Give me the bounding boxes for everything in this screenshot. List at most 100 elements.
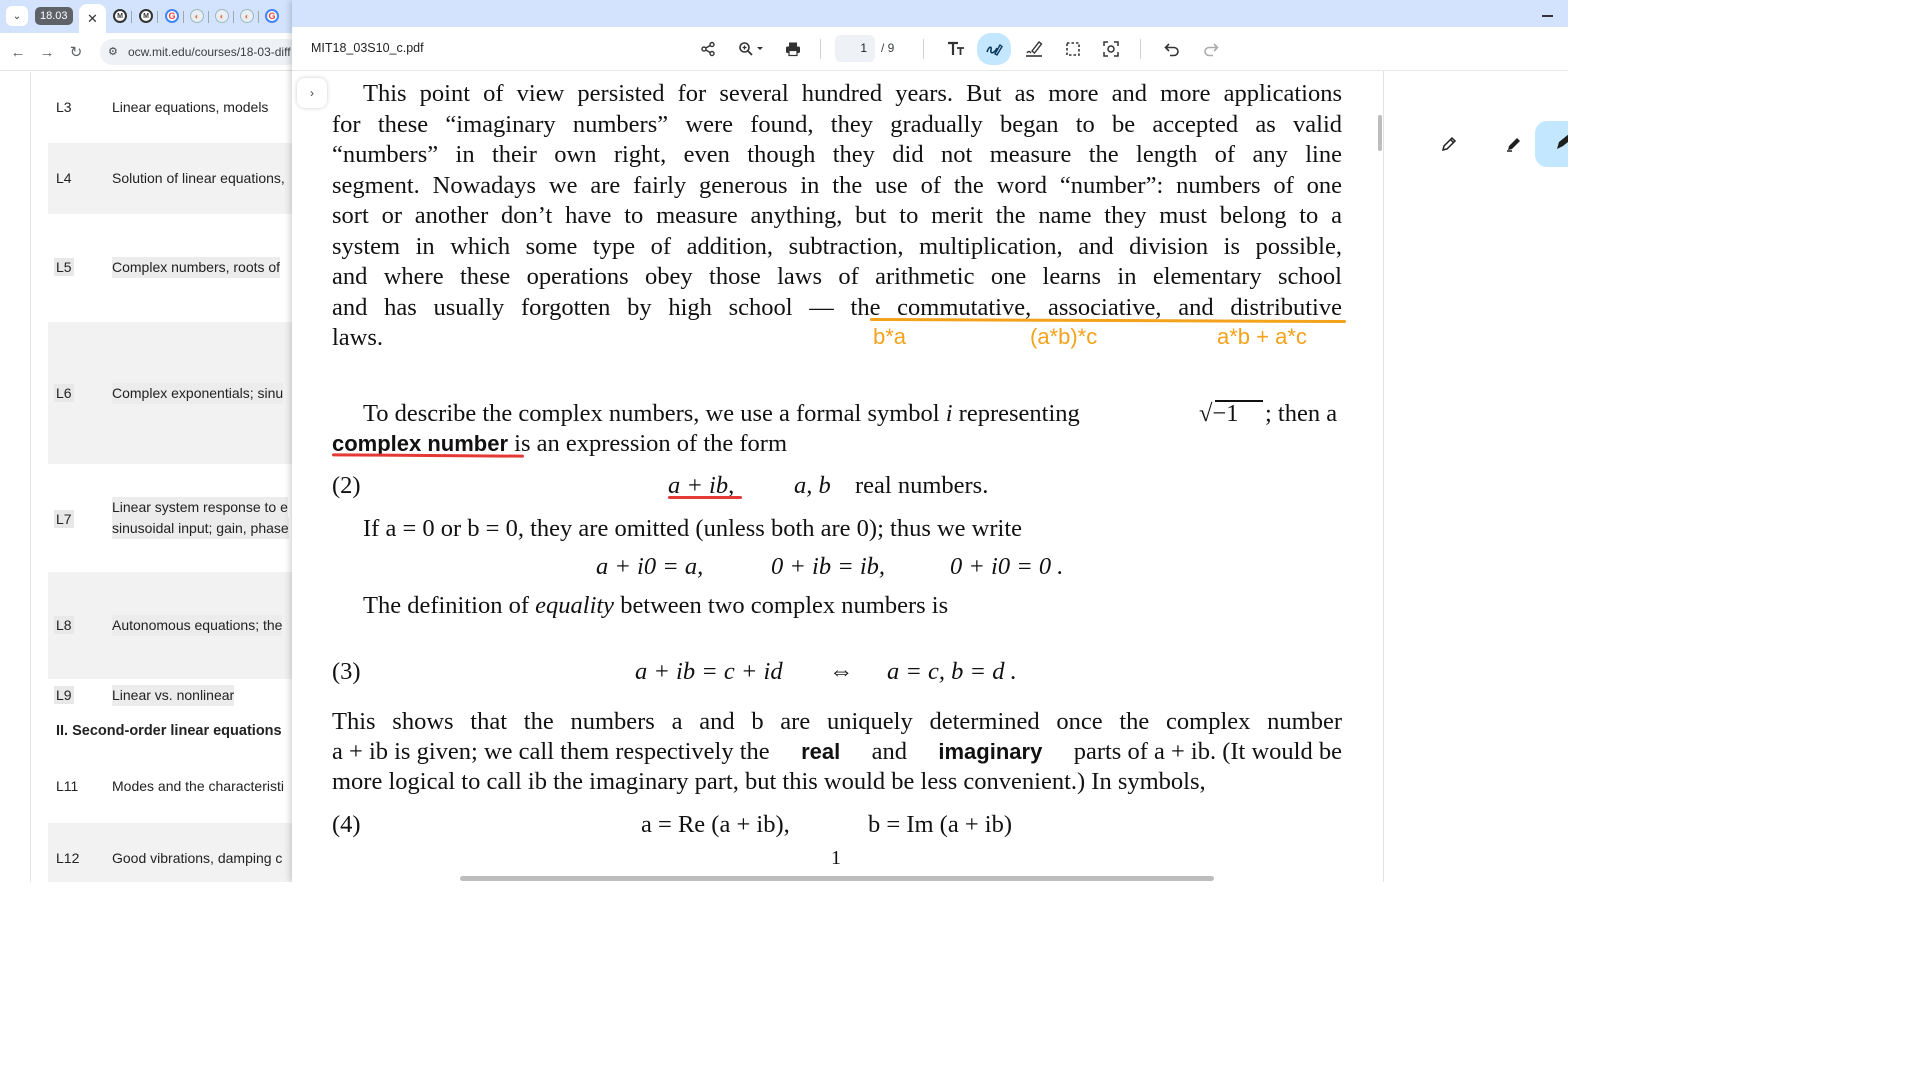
list-item[interactable]: L11 Modes and the characteristi [48,752,292,822]
equation-label: (2) [332,472,361,499]
pen-icon[interactable] [1436,131,1462,157]
lecture-id: L12 [56,850,80,866]
lecture-title[interactable]: Solution of linear equations, [112,168,285,189]
highlighter-icon[interactable] [1501,131,1527,157]
tab-ocw-1[interactable]: ◐ [190,9,204,23]
tab-ocw-3[interactable]: ◐ [240,9,254,23]
lecture-title[interactable]: Good vibrations, damping c [112,848,282,869]
defined-term: complex number [332,431,509,456]
equation-expression: b = Im (a + ib) [868,811,1012,838]
paragraph-line: If a = 0 or b = 0, they are omitted (unl… [363,515,1023,542]
viewer-title-bar [292,0,1568,27]
paragraph-line: This shows that the numbers a and b are … [332,708,1342,735]
equation-expression: 0 + ib = ib, [771,553,886,580]
lecture-title[interactable]: Complex exponentials; sinu [112,383,284,404]
emphasis: equality [535,592,615,619]
highlight-icon[interactable] [1021,37,1047,61]
course-list: L3 Linear equations, models L4 Solution … [0,72,292,882]
section-heading: II. Second-order linear equations [56,723,282,739]
chevron-down-icon: ⌄ [12,10,22,22]
url-text[interactable]: ocw.mit.edu/courses/18-03-diff [128,45,291,59]
undo-icon[interactable] [1159,37,1185,61]
active-pen-tool[interactable] [1535,121,1568,167]
paragraph-line: for these “imaginary numbers” were found… [332,111,1342,138]
reload-icon[interactable]: ↻ [66,42,86,62]
close-icon[interactable]: ✕ [87,11,98,27]
paragraph-line: segment. Nowadays we are fairly generous… [332,172,1342,199]
ink-annotation[interactable]: a*b + a*c [1217,324,1307,350]
chevron-right-icon: › [310,86,314,100]
paragraph-line: more logical to call ib the imaginary pa… [332,768,1206,795]
list-item[interactable]: L5 Complex numbers, roots of [48,215,292,320]
lecture-id: L8 [54,616,74,634]
equation-expression: a + ib = c + id [635,658,783,685]
ink-annotation[interactable]: b*a [873,324,906,350]
ink-annotation[interactable]: (a*b)*c [1030,324,1097,350]
back-arrow-icon[interactable]: ← [8,42,28,62]
share-icon[interactable] [695,37,721,61]
lecture-title[interactable]: Linear equations, models [112,97,268,118]
paragraph-line: laws. [332,324,384,351]
equation-label: (4) [332,811,361,838]
tab-search-button[interactable]: ⌄ [6,6,28,26]
horizontal-scrollbar[interactable] [460,876,1214,881]
address-bar[interactable]: ⚙ ocw.mit.edu/courses/18-03-diff [100,39,300,65]
tab-mit-1[interactable]: M [113,9,127,23]
screen: ⌄ 18.03 ✕ M M G ◐ ◐ ◐ G ← → ↻ ⚙ ocw.mit.… [0,0,1568,882]
lecture-title[interactable]: Complex numbers, roots of [112,257,281,278]
tab-google-1[interactable]: G [165,9,179,23]
lecture-id: L11 [56,778,79,794]
paragraph-line: The definition of equality between two c… [363,591,948,621]
redo-icon[interactable] [1198,37,1224,61]
tab-ocw-2[interactable]: ◐ [215,9,229,23]
sqrt-expression: √−1 [1199,399,1239,429]
list-item[interactable]: L4 Solution of linear equations, [48,143,292,214]
text-span: between two complex numbers is [620,592,949,619]
paragraph-line: To describe the complex numbers, we use … [363,399,1080,429]
pdf-page[interactable]: This point of view persisted for several… [292,71,1383,882]
lecture-title[interactable]: Linear vs. nonlinear [112,685,235,706]
tab-mit-2[interactable]: M [139,9,153,23]
vertical-scrollbar[interactable] [1378,115,1382,151]
browser-toolbar: ← → ↻ ⚙ ocw.mit.edu/courses/18-03-diff [0,33,300,71]
equation-operator: ⇔ [829,658,854,685]
print-icon[interactable] [780,37,806,61]
tab-divider [258,11,259,23]
lecture-id: L5 [54,258,74,276]
minimize-icon[interactable] [1542,6,1554,18]
lecture-title-line-2[interactable]: sinusoidal input; gain, phase [112,518,289,539]
zoom-icon[interactable] [732,37,772,61]
text-size-icon[interactable] [943,37,969,61]
active-tab[interactable]: ✕ [79,4,106,33]
forward-arrow-icon[interactable]: → [37,42,57,62]
lecture-title-line-1[interactable]: Linear system response to e [112,497,288,518]
lecture-title[interactable]: Autonomous equations; the [112,615,283,636]
sidebar-toggle[interactable]: › [297,78,327,108]
list-divider [30,72,31,882]
sqrt-sign: √ [1199,400,1213,427]
page-number-input[interactable]: 1 [835,35,875,62]
text-span: To describe the complex numbers, we use … [363,400,940,427]
pdf-toolbar: MIT18_03S10_c.pdf 1 / 9 [292,27,1568,71]
draw-icon[interactable] [977,33,1011,65]
list-item[interactable]: L6 Complex exponentials; sinu [48,322,292,464]
math-symbol: i [945,400,953,427]
toolbar-divider [820,39,821,59]
list-item[interactable]: L3 Linear equations, models [48,72,292,142]
equation-expression: a = Re (a + ib), [641,811,790,838]
toolbar-divider [1140,39,1141,59]
list-item[interactable]: L12 Good vibrations, damping c [48,823,292,882]
list-item[interactable]: L8 Autonomous equations; the [48,572,292,679]
tab-group-label[interactable]: 18.03 [35,7,73,25]
list-item[interactable]: L7 Linear system response to e sinusoida… [48,465,292,571]
tab-google-2[interactable]: G [265,9,279,23]
ink-underline-red[interactable] [668,496,742,499]
list-item[interactable]: L9 Linear vs. nonlinear [48,680,292,718]
screenshot-icon[interactable] [1098,37,1124,61]
site-info-icon[interactable]: ⚙ [108,45,118,58]
lecture-title[interactable]: Modes and the characteristi [112,776,284,797]
equation-vars: a, b [794,472,831,499]
select-area-icon[interactable] [1060,37,1086,61]
lecture-id: L7 [54,510,74,528]
tab-divider [233,11,234,23]
